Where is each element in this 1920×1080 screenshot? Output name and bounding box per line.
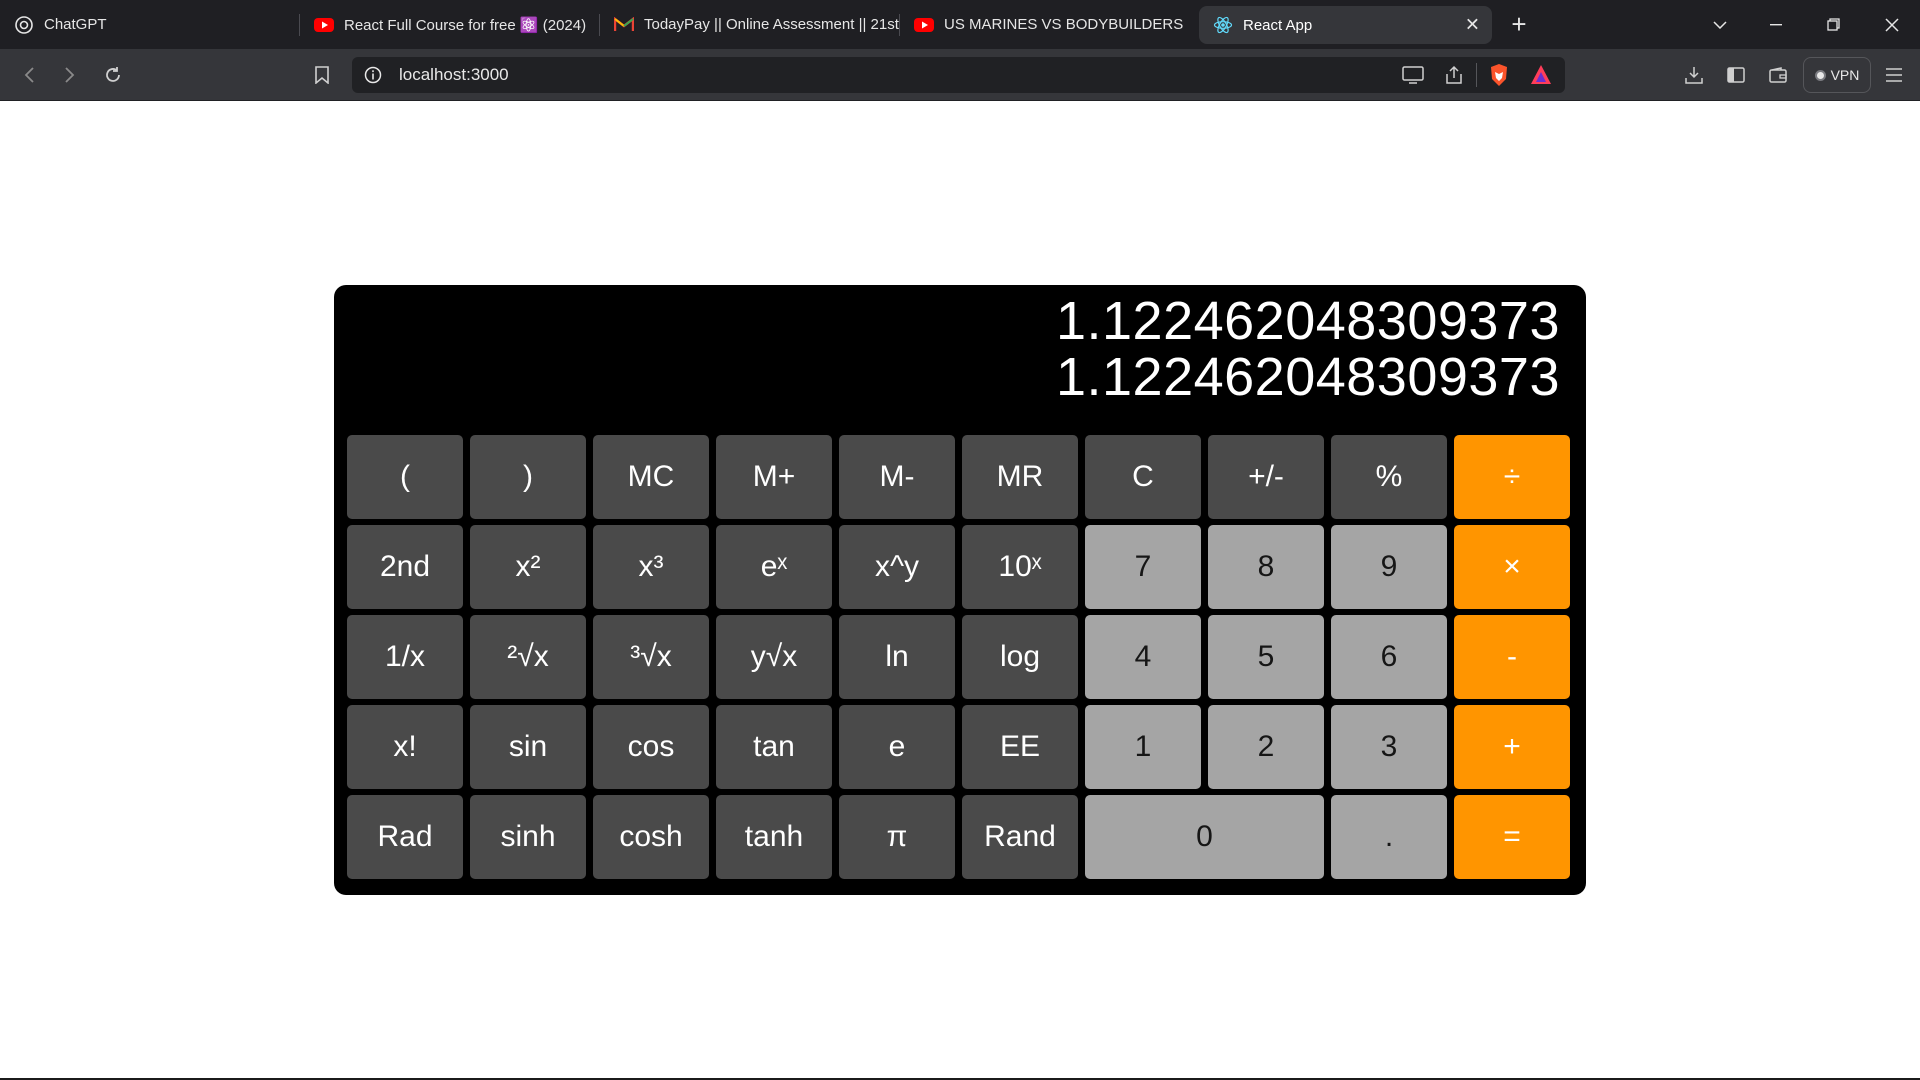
key-button[interactable]: ln (839, 615, 955, 699)
key-button[interactable]: × (1454, 525, 1570, 609)
display-expression: 1.122462048309373 (1055, 291, 1560, 351)
tab-marines[interactable]: US MARINES VS BODYBUILDERS (WHO IS (900, 0, 1198, 49)
key-button[interactable]: tanh (716, 795, 832, 879)
key-button[interactable]: EE (962, 705, 1078, 789)
key-button[interactable]: ) (470, 435, 586, 519)
calculator-display: 1.122462048309373 1.122462048309373 (334, 293, 1560, 405)
reload-icon[interactable] (97, 59, 129, 91)
key-button[interactable]: 2 (1208, 705, 1324, 789)
react-icon (1213, 15, 1233, 35)
display-result: 1.122462048309373 (1055, 347, 1560, 407)
key-button[interactable]: ²√x (470, 615, 586, 699)
minimize-icon[interactable] (1748, 0, 1804, 49)
sidebar-icon[interactable] (1720, 59, 1752, 91)
vpn-button[interactable]: VPN (1803, 57, 1871, 93)
key-button[interactable]: y√x (716, 615, 832, 699)
key-button[interactable]: 1 (1085, 705, 1201, 789)
new-tab-button[interactable]: + (1504, 10, 1534, 40)
key-button[interactable]: 0 (1085, 795, 1324, 879)
tab-title: React App (1243, 16, 1313, 34)
key-button[interactable]: e (839, 705, 955, 789)
tab-todaypay[interactable]: TodayPay || Online Assessment || 21st (600, 0, 900, 49)
tab-title: US MARINES VS BODYBUILDERS (WHO IS (944, 16, 1184, 33)
brave-shields-icon[interactable] (1488, 63, 1510, 92)
brave-rewards-icon[interactable] (1530, 64, 1552, 91)
key-button[interactable]: Rand (962, 795, 1078, 879)
cast-icon[interactable] (1402, 66, 1424, 89)
key-button[interactable]: 6 (1331, 615, 1447, 699)
key-button[interactable]: 1/x (347, 615, 463, 699)
divider (1476, 63, 1477, 87)
close-window-icon[interactable] (1864, 0, 1920, 49)
back-icon[interactable] (13, 59, 45, 91)
tab-title: React Full Course for free ⚛️ (2024) (344, 16, 587, 34)
key-button[interactable]: + (1454, 705, 1570, 789)
key-button[interactable]: eˣ (716, 525, 832, 609)
calculator: 1.122462048309373 1.122462048309373 () MC… (334, 285, 1586, 895)
downloads-icon[interactable] (1678, 59, 1710, 91)
browser-toolbar: localhost:3000 VPN (0, 49, 1920, 101)
key-button[interactable]: M- (839, 435, 955, 519)
key-button[interactable]: M+ (716, 435, 832, 519)
bookmark-icon[interactable] (306, 59, 338, 91)
forward-icon[interactable] (54, 59, 86, 91)
menu-icon[interactable] (1878, 59, 1910, 91)
key-button[interactable]: C (1085, 435, 1201, 519)
key-button[interactable]: 5 (1208, 615, 1324, 699)
key-button[interactable]: - (1454, 615, 1570, 699)
key-button[interactable]: cosh (593, 795, 709, 879)
restore-icon[interactable] (1805, 0, 1861, 49)
gmail-icon (614, 15, 634, 35)
key-button[interactable]: 10ˣ (962, 525, 1078, 609)
site-info-icon[interactable] (364, 66, 382, 89)
key-button[interactable]: 4 (1085, 615, 1201, 699)
tab-title: ChatGPT (44, 16, 107, 33)
key-button[interactable]: π (839, 795, 955, 879)
key-button[interactable]: +/- (1208, 435, 1324, 519)
key-button[interactable]: log (962, 615, 1078, 699)
key-button[interactable]: MR (962, 435, 1078, 519)
share-icon[interactable] (1444, 65, 1464, 90)
key-button[interactable]: x³ (593, 525, 709, 609)
key-button[interactable]: 8 (1208, 525, 1324, 609)
key-button[interactable]: 9 (1331, 525, 1447, 609)
key-button[interactable]: ³√x (593, 615, 709, 699)
key-button[interactable]: x! (347, 705, 463, 789)
key-button[interactable]: sinh (470, 795, 586, 879)
address-bar[interactable]: localhost:3000 (352, 57, 1565, 93)
key-button[interactable]: 7 (1085, 525, 1201, 609)
tab-react-course[interactable]: React Full Course for free ⚛️ (2024) (300, 0, 600, 49)
key-button[interactable]: ÷ (1454, 435, 1570, 519)
key-button[interactable]: % (1331, 435, 1447, 519)
key-button[interactable]: ( (347, 435, 463, 519)
wallet-icon[interactable] (1762, 59, 1794, 91)
tab-title: TodayPay || Online Assessment || 21st (644, 16, 899, 33)
key-button[interactable]: MC (593, 435, 709, 519)
key-button[interactable]: sin (470, 705, 586, 789)
key-button[interactable]: Rad (347, 795, 463, 879)
vpn-status-icon (1814, 69, 1826, 81)
url-text: localhost:3000 (399, 65, 509, 84)
tab-react-app[interactable]: React App ✕ (1199, 6, 1492, 44)
tab-search-chevron-icon[interactable] (1692, 0, 1748, 49)
key-button[interactable]: x^y (839, 525, 955, 609)
key-button[interactable]: tan (716, 705, 832, 789)
tab-strip: ChatGPT React Full Course for free ⚛️ (2… (0, 0, 1920, 49)
key-button[interactable]: = (1454, 795, 1570, 879)
key-button[interactable]: 2nd (347, 525, 463, 609)
youtube-icon (314, 15, 334, 35)
key-button[interactable]: cos (593, 705, 709, 789)
key-button[interactable]: 3 (1331, 705, 1447, 789)
close-tab-icon[interactable]: ✕ (1465, 15, 1480, 36)
key-button[interactable]: . (1331, 795, 1447, 879)
key-button[interactable]: x² (470, 525, 586, 609)
tab-chatgpt[interactable]: ChatGPT (0, 0, 300, 49)
vpn-label: VPN (1830, 67, 1860, 83)
chatgpt-icon (14, 15, 34, 35)
youtube-icon (914, 15, 934, 35)
